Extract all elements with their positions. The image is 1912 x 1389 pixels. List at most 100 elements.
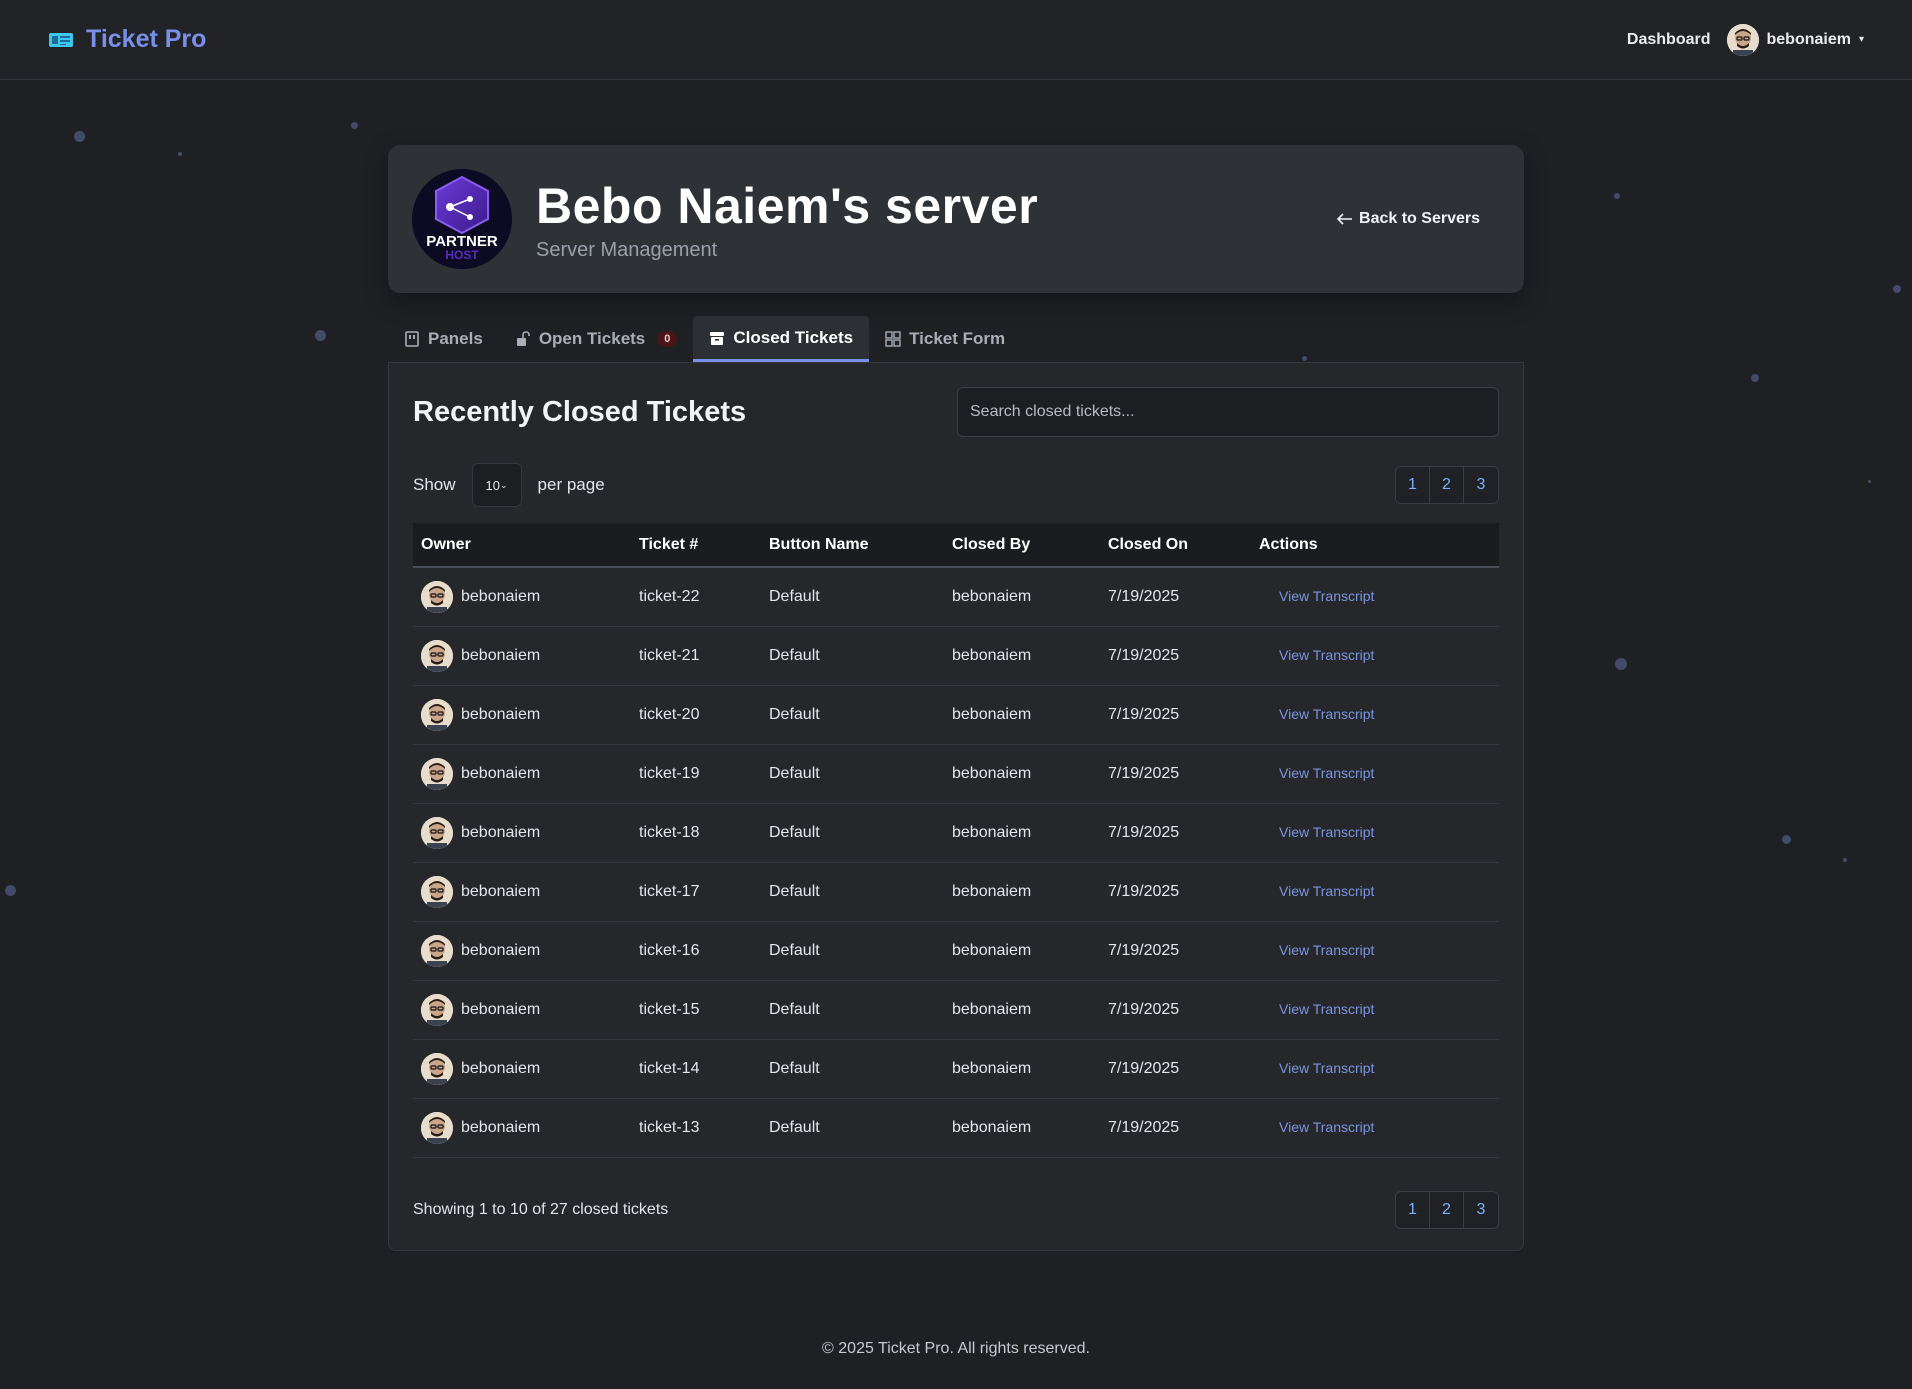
avatar (421, 640, 453, 672)
closed-by: bebonaiem (944, 626, 1100, 686)
table-row: bebonaiem ticket-22 Default bebonaiem 7/… (413, 567, 1499, 627)
page-link-3[interactable]: 3 (1464, 467, 1498, 503)
closed-by: bebonaiem (944, 980, 1100, 1040)
brand[interactable]: Ticket Pro (48, 25, 206, 54)
pagination-summary: Showing 1 to 10 of 27 closed tickets (413, 1201, 669, 1218)
actions-cell: View Transcript (1251, 567, 1499, 627)
view-transcript-link[interactable]: View Transcript (1279, 588, 1374, 604)
button-name: Default (761, 685, 944, 745)
avatar-face-icon (421, 581, 453, 613)
page-link-2[interactable]: 2 (1430, 1192, 1464, 1228)
background-dot (178, 152, 182, 156)
header-button-name[interactable]: Button Name (761, 523, 944, 568)
avatar-face-icon (421, 758, 453, 790)
closed-tickets-panel: Recently Closed Tickets Show 10 ⌄ per pa… (388, 362, 1524, 1251)
actions-cell: View Transcript (1251, 626, 1499, 686)
tab-open-tickets[interactable]: Open Tickets 0 (499, 316, 694, 362)
background-dot (1893, 285, 1901, 293)
ticket-number: ticket-18 (631, 803, 761, 863)
button-name: Default (761, 921, 944, 981)
owner-cell: bebonaiem (413, 744, 631, 804)
view-transcript-link[interactable]: View Transcript (1279, 942, 1374, 958)
owner-cell: bebonaiem (413, 862, 631, 922)
button-name: Default (761, 803, 944, 863)
view-transcript-link[interactable]: View Transcript (1279, 765, 1374, 781)
server-info: Bebo Naiem's server Server Management (536, 177, 1337, 262)
closed-by: bebonaiem (944, 803, 1100, 863)
ticket-number: ticket-17 (631, 862, 761, 922)
page-link-3[interactable]: 3 (1464, 1192, 1498, 1228)
nav-right: Dashboard bebonaiem ▾ (1627, 23, 1864, 56)
view-transcript-link[interactable]: View Transcript (1279, 1119, 1374, 1135)
view-transcript-link[interactable]: View Transcript (1279, 1060, 1374, 1076)
closed-by: bebonaiem (944, 1098, 1100, 1158)
tab-ticket-form[interactable]: Ticket Form (869, 316, 1021, 362)
owner-cell: bebonaiem (413, 980, 631, 1040)
background-dot (5, 885, 16, 896)
avatar (421, 1053, 453, 1085)
avatar-face-icon (421, 640, 453, 672)
view-transcript-link[interactable]: View Transcript (1279, 647, 1374, 663)
tab-closed-tickets[interactable]: Closed Tickets (693, 316, 870, 362)
ticket-number: ticket-13 (631, 1098, 761, 1158)
back-to-servers-link[interactable]: Back to Servers (1337, 210, 1480, 228)
page-link-1[interactable]: 1 (1396, 467, 1430, 503)
show-label: Show (413, 475, 456, 494)
owner-cell: bebonaiem (413, 626, 631, 686)
per-page-select[interactable]: 10 ⌄ (471, 463, 522, 507)
panel-title: Recently Closed Tickets (413, 395, 747, 428)
header-ticket-number[interactable]: Ticket # (631, 523, 761, 568)
page-link-2[interactable]: 2 (1430, 467, 1464, 503)
closed-on: 7/19/2025 (1100, 567, 1251, 627)
ticket-number: ticket-22 (631, 567, 761, 627)
avatar-face-icon (1726, 23, 1759, 56)
table-header-row: Owner Ticket # Button Name Closed By Clo… (413, 523, 1499, 568)
tab-open-tickets-label: Open Tickets (538, 329, 646, 348)
header-owner[interactable]: Owner (413, 523, 631, 568)
search-closed-tickets-input[interactable] (957, 387, 1499, 437)
closed-on: 7/19/2025 (1100, 921, 1251, 981)
avatar (421, 817, 453, 849)
view-transcript-link[interactable]: View Transcript (1279, 824, 1374, 840)
closed-by: bebonaiem (944, 567, 1100, 627)
open-tickets-count-badge: 0 (657, 331, 678, 347)
ticket-number: ticket-21 (631, 626, 761, 686)
actions-cell: View Transcript (1251, 744, 1499, 804)
avatar (421, 1112, 453, 1144)
tab-panels-label: Panels (428, 329, 483, 348)
nav-dashboard-link[interactable]: Dashboard (1627, 31, 1711, 49)
table-row: bebonaiem ticket-21 Default bebonaiem 7/… (413, 626, 1499, 686)
table-row: bebonaiem ticket-15 Default bebonaiem 7/… (413, 980, 1499, 1040)
ticket-number: ticket-15 (631, 980, 761, 1040)
view-transcript-link[interactable]: View Transcript (1279, 706, 1374, 722)
chevron-down-icon: ⌄ (499, 479, 508, 490)
panel-header: Recently Closed Tickets (413, 387, 1499, 437)
closed-on: 7/19/2025 (1100, 803, 1251, 863)
button-name: Default (761, 1039, 944, 1099)
ticket-number: ticket-19 (631, 744, 761, 804)
avatar (1726, 23, 1759, 56)
table-row: bebonaiem ticket-18 Default bebonaiem 7/… (413, 803, 1499, 863)
avatar-face-icon (421, 817, 453, 849)
actions-cell: View Transcript (1251, 803, 1499, 863)
tab-panels[interactable]: Panels (388, 316, 499, 362)
page-link-1[interactable]: 1 (1396, 1192, 1430, 1228)
button-name: Default (761, 567, 944, 627)
per-page-control: Show 10 ⌄ per page (413, 463, 605, 507)
view-transcript-link[interactable]: View Transcript (1279, 1001, 1374, 1017)
header-closed-on[interactable]: Closed On (1100, 523, 1251, 568)
button-name: Default (761, 980, 944, 1040)
user-menu[interactable]: bebonaiem ▾ (1726, 23, 1864, 56)
pagination-top: 1 2 3 (1395, 466, 1499, 504)
actions-cell: View Transcript (1251, 1039, 1499, 1099)
owner-name: bebonaiem (461, 824, 541, 841)
view-transcript-link[interactable]: View Transcript (1279, 883, 1374, 899)
archive-icon (710, 331, 725, 345)
avatar (421, 581, 453, 613)
table-row: bebonaiem ticket-14 Default bebonaiem 7/… (413, 1039, 1499, 1099)
closed-on: 7/19/2025 (1100, 685, 1251, 745)
ticket-icon (49, 32, 73, 47)
top-navbar: Ticket Pro Dashboard bebonaiem ▾ (0, 0, 1912, 80)
page-footer: © 2025 Ticket Pro. All rights reserved. (822, 1340, 1090, 1357)
header-closed-by[interactable]: Closed By (944, 523, 1100, 568)
